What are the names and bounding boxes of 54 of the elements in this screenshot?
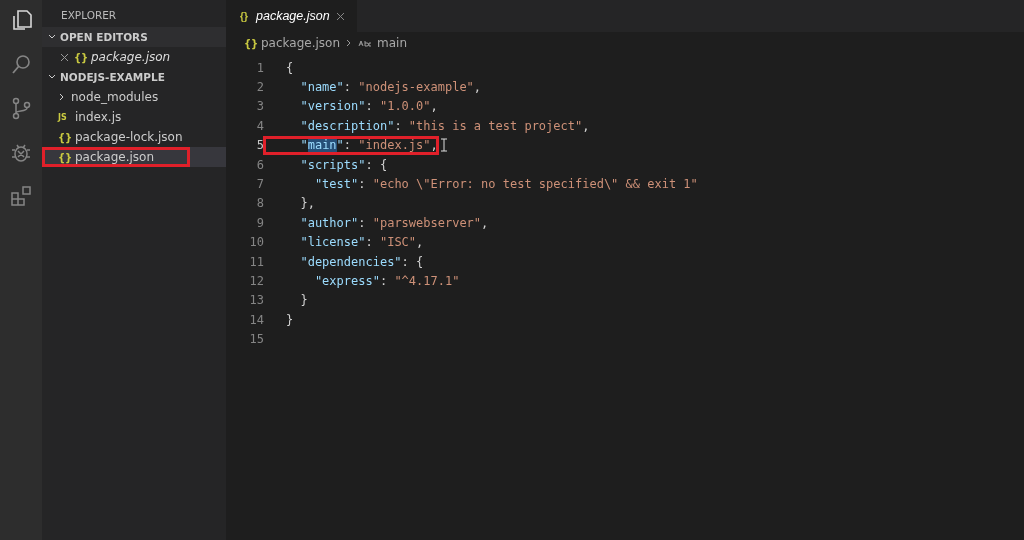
breadcrumb-item[interactable]: package.json xyxy=(261,36,340,50)
code-line: "version": "1.0.0", xyxy=(299,99,438,114)
code-line: } xyxy=(286,312,294,327)
js-file-icon: JS xyxy=(58,112,70,122)
line-number: 2 xyxy=(255,80,264,95)
code-line: "author": "parswebserver", xyxy=(299,215,489,230)
code-line: "name": "nodejs-example", xyxy=(299,80,482,95)
line-number: 14 xyxy=(248,312,264,327)
code-line: { xyxy=(286,60,294,75)
editor-tab[interactable]: {} package.json xyxy=(226,0,357,32)
section-header[interactable]: NODEJS-EXAMPLE xyxy=(60,71,165,83)
code-line: }, xyxy=(299,196,315,211)
close-icon[interactable] xyxy=(60,52,69,62)
json-icon: {} xyxy=(74,51,86,63)
breadcrumb-item[interactable]: main xyxy=(377,36,407,50)
code-line: "description": "this is a test project", xyxy=(299,118,590,133)
line-number: 6 xyxy=(255,157,264,172)
blocks-icon[interactable] xyxy=(9,184,33,208)
file-item[interactable]: {} package.json xyxy=(42,147,226,167)
code-line: "dependencies": { xyxy=(299,254,424,269)
file-item[interactable]: JS index.js xyxy=(42,107,226,127)
string-symbol-icon xyxy=(358,39,372,47)
code-line: "express": "^4.17.1" xyxy=(313,274,460,288)
line-number: 5 xyxy=(255,138,264,153)
text-cursor-icon xyxy=(439,138,448,153)
line-number: 12 xyxy=(248,274,264,288)
code-line: "license": "ISC", xyxy=(299,235,424,250)
code-line: "main": "index.js", xyxy=(299,138,438,153)
file-item[interactable]: {} package.json xyxy=(42,47,226,67)
code-line: "scripts": { xyxy=(299,157,388,172)
line-number: 7 xyxy=(255,177,264,192)
json-icon: {} xyxy=(58,151,70,163)
search-icon[interactable] xyxy=(9,52,33,76)
line-number: 1 xyxy=(255,60,264,75)
code-line: "test": "echo \"Error: no test specified\" && exit 1" xyxy=(313,177,698,192)
line-number: 11 xyxy=(248,254,264,269)
line-number: 8 xyxy=(255,196,264,211)
chevron-icon[interactable] xyxy=(58,93,66,101)
code-line: } xyxy=(299,293,308,308)
line-number: 10 xyxy=(248,235,264,250)
line-number: 9 xyxy=(255,215,264,230)
json-icon: {} xyxy=(58,131,70,143)
chevron-icon[interactable] xyxy=(48,33,56,41)
line-number: 4 xyxy=(255,118,264,133)
line-number: 3 xyxy=(255,99,264,114)
line-number: 15 xyxy=(248,332,264,347)
json-icon: {} xyxy=(244,37,256,49)
line-number: 13 xyxy=(248,293,264,308)
close-icon[interactable] xyxy=(335,11,345,21)
chevron-icon[interactable] xyxy=(48,73,56,81)
file-item[interactable]: node_modules xyxy=(42,87,226,107)
sidebar-title: EXPLORER xyxy=(61,9,117,21)
file-item[interactable]: {} package-lock.json xyxy=(42,127,226,147)
chevron-icon xyxy=(345,39,353,47)
